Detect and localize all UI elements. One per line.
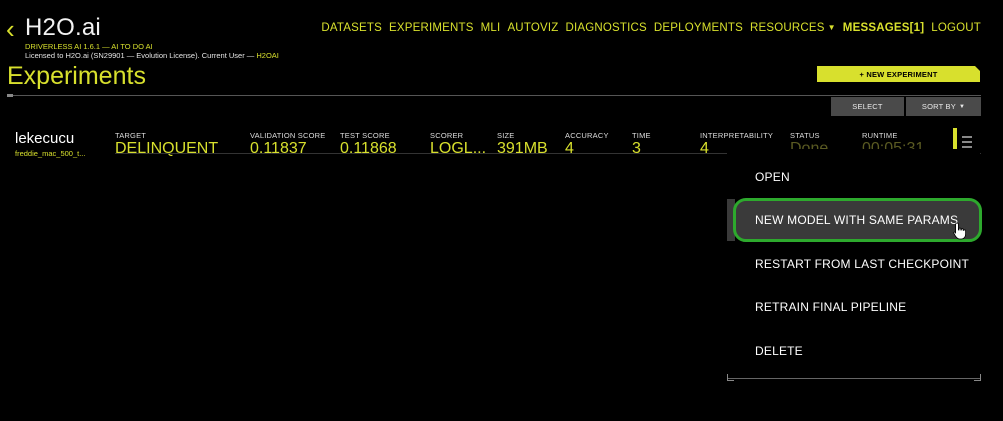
nav-resources[interactable]: RESOURCES ▼ xyxy=(750,22,836,34)
menu-item-new-model-same-params[interactable]: NEW MODEL WITH SAME PARAMS xyxy=(755,213,958,227)
menu-item-restart-from-checkpoint[interactable]: RESTART FROM LAST CHECKPOINT xyxy=(755,257,969,271)
select-button[interactable]: SELECT xyxy=(831,97,904,116)
new-experiment-button[interactable]: + NEW EXPERIMENT xyxy=(817,66,981,82)
col-accuracy-value: 4 xyxy=(565,140,574,157)
col-status-label: STATUS xyxy=(790,131,820,140)
menu-corner xyxy=(727,374,734,381)
nav-datasets[interactable]: DATASETS xyxy=(321,22,382,34)
col-test-value: 0.11868 xyxy=(340,140,397,157)
nav-deployments[interactable]: DEPLOYMENTS xyxy=(654,22,743,34)
nav-autoviz[interactable]: AUTOVIZ xyxy=(507,22,558,34)
caret-down-icon: ▼ xyxy=(958,103,966,110)
col-validation-label: VALIDATION SCORE xyxy=(250,131,326,140)
caret-down-icon: ▼ xyxy=(827,23,836,32)
license-text: Licensed to H2O.ai (SN29901 — Evolution … xyxy=(25,51,257,60)
title-divider xyxy=(7,95,981,96)
sort-by-label: SORT BY xyxy=(921,102,956,111)
sort-by-button[interactable]: SORT BY ▼ xyxy=(906,97,981,116)
menu-item-retrain-final-pipeline[interactable]: RETRAIN FINAL PIPELINE xyxy=(755,300,906,314)
col-time-label: TIME xyxy=(632,131,651,140)
menu-icon[interactable] xyxy=(962,136,972,138)
nav-mli[interactable]: MLI xyxy=(481,22,501,34)
experiment-name[interactable]: lekecucu xyxy=(15,130,74,147)
nav-logout[interactable]: LOGOUT xyxy=(931,22,981,34)
divider-tick xyxy=(7,94,13,97)
col-target-label: TARGET xyxy=(115,131,147,140)
col-size-label: SIZE xyxy=(497,131,515,140)
nav-messages[interactable]: MESSAGES[1] xyxy=(843,22,924,34)
col-test-label: TEST SCORE xyxy=(340,131,390,140)
menu-corner xyxy=(974,374,981,381)
col-target-value: DELINQUENT xyxy=(115,140,219,157)
col-validation-value: 0.11837 xyxy=(250,140,307,157)
hand-cursor-icon xyxy=(953,222,966,240)
current-user[interactable]: H2OAI xyxy=(256,51,279,60)
col-interpretability-value: 4 xyxy=(700,140,709,157)
page-title: Experiments xyxy=(7,62,146,90)
col-scorer-label: SCORER xyxy=(430,131,464,140)
col-size-value: 391MB xyxy=(497,140,548,157)
col-interpretability-label: INTERPRETABILITY xyxy=(700,131,774,140)
col-time-value: 3 xyxy=(632,140,641,157)
top-nav: DATASETS EXPERIMENTS MLI AUTOVIZ DIAGNOS… xyxy=(321,22,981,34)
nav-resources-label: RESOURCES xyxy=(750,22,825,34)
menu-icon-bar xyxy=(962,146,972,148)
version-line: DRIVERLESS AI 1.6.1 — AI TO DO AI xyxy=(25,42,153,51)
menu-item-delete[interactable]: DELETE xyxy=(755,344,803,358)
back-chevron-icon[interactable]: ‹ xyxy=(6,16,15,42)
license-line: Licensed to H2O.ai (SN29901 — Evolution … xyxy=(25,51,279,60)
nav-experiments[interactable]: EXPERIMENTS xyxy=(389,22,474,34)
menu-item-open[interactable]: OPEN xyxy=(755,170,790,184)
menu-icon-bar xyxy=(962,141,972,143)
col-runtime-label: RUNTIME xyxy=(862,131,898,140)
col-scorer-value: LOGL... xyxy=(430,140,487,157)
experiment-dataset[interactable]: freddie_mac_500_t... xyxy=(15,149,85,158)
col-accuracy-label: ACCURACY xyxy=(565,131,609,140)
app-logo[interactable]: H2O.ai xyxy=(25,14,101,42)
nav-diagnostics[interactable]: DIAGNOSTICS xyxy=(565,22,646,34)
